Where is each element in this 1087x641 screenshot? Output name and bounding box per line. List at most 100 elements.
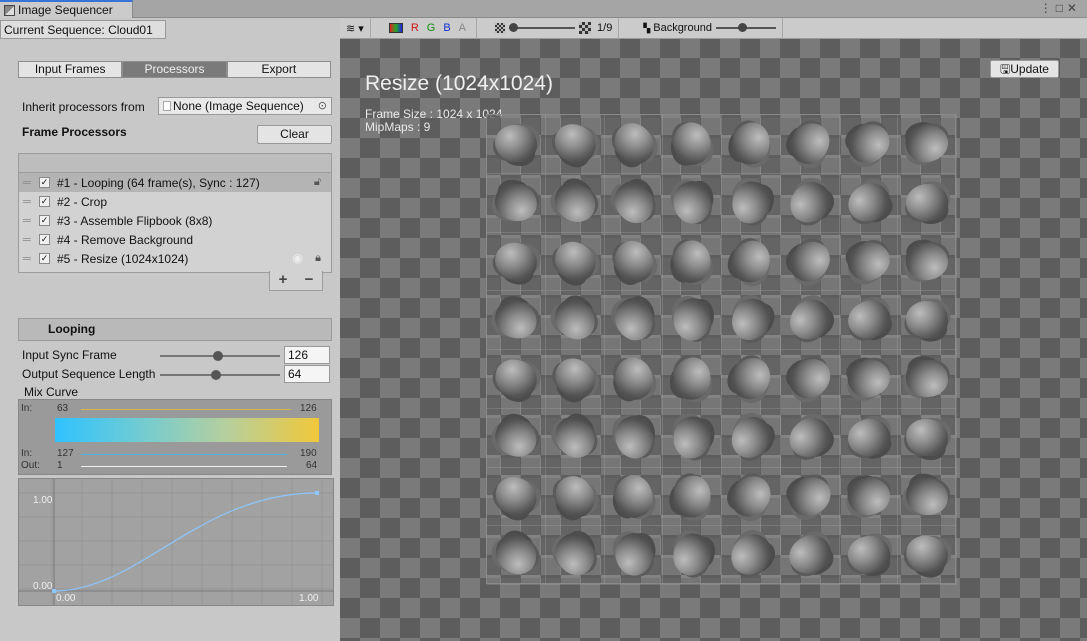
drag-handle-icon[interactable]: ═ [23, 177, 39, 189]
remove-processor-button[interactable]: − [305, 271, 314, 290]
cloud-sprite [673, 415, 712, 459]
tab-processors[interactable]: Processors [122, 61, 227, 78]
drag-handle-icon[interactable]: ═ [23, 253, 39, 265]
processor-enabled-checkbox[interactable]: ✓ [39, 215, 50, 226]
cloud-sprite [546, 292, 603, 347]
eye-icon[interactable]: ◉ [293, 251, 303, 265]
cloud-sprite [546, 350, 603, 407]
cloud-sprite [727, 294, 775, 345]
mix-in1-from: 63 [57, 403, 69, 414]
channel-r-toggle[interactable]: R [411, 22, 419, 34]
flipbook-frame [663, 232, 722, 292]
output-length-slider-knob[interactable] [210, 370, 221, 380]
window-controls[interactable]: ⋮□✕ [1040, 1, 1081, 15]
looping-section-header[interactable]: Looping [18, 318, 332, 341]
processor-enabled-checkbox[interactable]: ✓ [39, 196, 50, 207]
drag-handle-icon[interactable]: ═ [23, 196, 39, 208]
channel-b-toggle[interactable]: B [443, 22, 450, 34]
processor-enabled-checkbox[interactable]: ✓ [39, 234, 50, 245]
processor-item[interactable]: ═ ✓ #4 - Remove Background [19, 230, 331, 249]
flipbook-frame [898, 526, 957, 585]
current-sequence-label: Current Sequence: Cloud01 [0, 20, 166, 39]
channel-toggles: R G B A [371, 18, 478, 39]
cloud-sprite [491, 297, 541, 343]
view-options-dropdown[interactable]: ≋ ▾ [340, 18, 371, 39]
mip-level-readout: 1/9 [597, 22, 613, 34]
flipbook-frame [839, 526, 899, 585]
cloud-sprite [731, 121, 771, 166]
processor-item[interactable]: ═ ✓ #2 - Crop [19, 192, 331, 211]
background-slider[interactable] [715, 23, 776, 33]
left-panel: Current Sequence: Cloud01 Input Frames P… [0, 18, 340, 641]
cloud-sprite [606, 233, 661, 289]
cloud-sprite [784, 116, 836, 171]
cloud-sprite [672, 474, 712, 518]
mix-in2-from: 127 [57, 448, 74, 459]
processor-item[interactable]: ═ ✓ #5 - Resize (1024x1024) ◉ 🔒︎ [19, 249, 331, 268]
output-sequence-length-field[interactable]: 64 [284, 365, 330, 383]
preview-info: Frame Size : 1024 x 1024 MipMaps : 9 [365, 108, 502, 134]
mip-large-icon [579, 22, 592, 34]
flipbook-frame [898, 291, 957, 350]
cloud-sprite [840, 233, 897, 289]
flipbook-frame [898, 232, 957, 292]
cloud-sprite [605, 115, 662, 172]
channel-g-toggle[interactable]: G [427, 22, 436, 34]
curve-y-min-label: 0.00 [33, 581, 53, 592]
unlock-icon[interactable]: 🔓︎ [314, 176, 321, 189]
cloud-sprite [609, 529, 658, 581]
tab-input-frames[interactable]: Input Frames [18, 61, 123, 78]
processor-label: #4 - Remove Background [57, 232, 194, 247]
cloud-sprite [608, 469, 659, 523]
flipbook-frame [780, 350, 840, 409]
window-tab[interactable]: Image Sequencer [0, 0, 133, 18]
processor-list: ═ ✓ #1 - Looping (64 frame(s), Sync : 12… [18, 173, 332, 273]
preview-viewport[interactable]: ≋ ▾ R G B A 1/9 ▚ Background Resize (102… [340, 18, 1087, 641]
cloud-sprite [903, 238, 952, 284]
processor-label: #3 - Assemble Flipbook (8x8) [57, 213, 213, 228]
tab-export[interactable]: Export [226, 61, 331, 78]
curve-y-max-label: 1.00 [33, 495, 53, 506]
channel-a-toggle[interactable]: A [459, 22, 466, 34]
frame-processors-title: Frame Processors [22, 125, 127, 139]
mix-curve-editor[interactable]: 1.00 0.00 0.00 1.00 [18, 478, 334, 606]
preview-title: Resize (1024x1024) [365, 72, 553, 95]
clear-button[interactable]: Clear [257, 125, 332, 144]
drag-handle-icon[interactable]: ═ [23, 234, 39, 246]
processor-enabled-checkbox[interactable]: ✓ [39, 177, 50, 188]
input-sync-slider-knob[interactable] [212, 351, 223, 361]
window-tab-bar: Image Sequencer ⋮□✕ [0, 0, 1087, 18]
processor-item[interactable]: ═ ✓ #3 - Assemble Flipbook (8x8) [19, 211, 331, 230]
update-button[interactable]: 🖫︎Update [990, 60, 1059, 78]
inherit-object-field[interactable]: None (Image Sequence) ⊙ [158, 97, 332, 115]
background-label: Background [653, 22, 712, 34]
processor-label: #2 - Crop [57, 194, 108, 209]
flipbook-frame [545, 291, 605, 350]
flipbook-frame [545, 173, 605, 233]
processor-item[interactable]: ═ ✓ #1 - Looping (64 frame(s), Sync : 12… [19, 173, 331, 192]
flipbook-frame [839, 232, 899, 292]
save-icon: 🖫︎ [1000, 62, 1011, 76]
mip-slider[interactable] [509, 23, 576, 33]
lock-icon[interactable]: 🔒︎ [315, 252, 321, 265]
drag-handle-icon[interactable]: ═ [23, 215, 39, 227]
curve-graph[interactable] [19, 479, 333, 605]
flipbook-sheet [486, 114, 957, 585]
cloud-sprite [547, 176, 602, 229]
flipbook-frame [780, 232, 840, 292]
flipbook-frame [780, 291, 840, 350]
flipbook-frame [545, 350, 605, 409]
cloud-sprite [902, 178, 953, 226]
cloud-sprite [729, 237, 773, 285]
rgb-icon[interactable] [388, 23, 403, 33]
add-processor-button[interactable]: + [279, 271, 288, 290]
processor-enabled-checkbox[interactable]: ✓ [39, 253, 50, 264]
object-picker-icon[interactable]: ⊙ [318, 99, 327, 112]
cloud-sprite [841, 352, 896, 405]
cloud-sprite [608, 410, 659, 464]
cloud-sprite [840, 115, 897, 172]
input-sync-frame-field[interactable]: 126 [284, 346, 330, 364]
flipbook-frame [722, 526, 781, 585]
cloud-sprite [548, 118, 602, 169]
object-icon [163, 101, 171, 111]
